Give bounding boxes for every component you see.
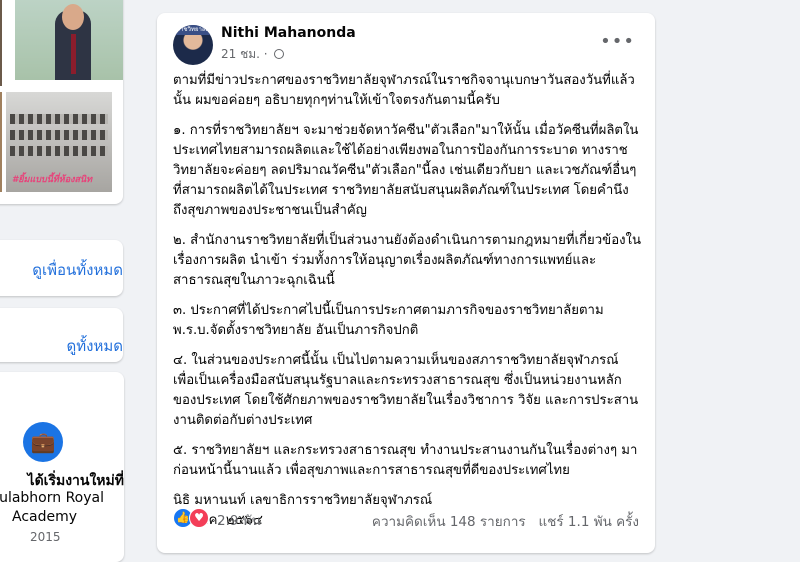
post-stats: ความคิดเห็น 148 รายการ แชร์ 1.1 พัน ครั้… <box>372 510 639 532</box>
photo-thumbnail[interactable] <box>0 0 2 86</box>
shares-count-link[interactable]: แชร์ 1.1 พัน ครั้ง <box>539 514 639 530</box>
post-paragraph: ตามที่มีข่าวประกาศของราชวิทยาลัยจุฬาภรณ์… <box>173 73 635 108</box>
globe-icon <box>274 49 285 59</box>
pages-card: ดูทั้งหมด <box>0 308 123 362</box>
photo-thumbnail-group[interactable]: #ยิ้มแบบนี้ที่ห้องสนิท <box>6 92 112 192</box>
see-all-friends-link[interactable]: ดูเพื่อนทั้งหมด <box>32 258 123 282</box>
friends-card: ดูเพื่อนทั้งหมด <box>0 240 123 296</box>
post-paragraph: ๕. ราชวิทยาลัยฯ และกระทรวงสาธารณสุข ทำงา… <box>173 443 638 478</box>
job-org-line2: Academy <box>12 509 78 525</box>
job-org-line1: ulabhorn Royal <box>0 490 104 506</box>
avatar-banner: ราชวิทยาลัย <box>173 25 213 35</box>
post-paragraph: ๑. การที่ราชวิทยาลัยฯ จะมาช่วยจัดหาวัคซี… <box>173 123 639 218</box>
more-options-button[interactable]: ••• <box>600 31 635 52</box>
post-card: ราชวิทยาลัย Nithi Mahanonda 21 ชม. · •••… <box>157 13 655 553</box>
comments-count-link[interactable]: ความคิดเห็น 148 รายการ <box>372 514 526 530</box>
briefcase-icon: 💼 <box>23 422 63 462</box>
post-meta: 21 ชม. · <box>221 45 285 64</box>
photo-thumbnail[interactable] <box>0 92 2 192</box>
love-reaction-icon: ♥ <box>189 508 209 528</box>
photos-card: #ยิ้มแบบนี้ที่ห้องสนิท <box>0 0 123 204</box>
reaction-count: 2.9 พัน <box>217 513 261 529</box>
post-time[interactable]: 21 ชม. <box>221 47 260 61</box>
post-paragraph: ๔. ในส่วนของประกาศนี้นั้น เป็นไปตามความเ… <box>173 353 639 428</box>
avatar[interactable]: ราชวิทยาลัย <box>173 25 213 65</box>
see-all-link[interactable]: ดูทั้งหมด <box>67 334 123 358</box>
photo-caption: #ยิ้มแบบนี้ที่ห้องสนิท <box>12 175 93 185</box>
post-author[interactable]: Nithi Mahanonda <box>221 25 356 41</box>
post-signature: นิธิ มหานนท์ เลขาธิการราชวิทยาลัยจุฬาภรณ… <box>173 493 433 508</box>
post-paragraph: ๒. สำนักงานราชวิทยาลัยที่เป็นส่วนงานยังต… <box>173 233 642 288</box>
life-event-card[interactable]: 💼 ได้เริ่มงานใหม่ที่ ulabhorn Royal Acad… <box>0 372 124 562</box>
post-body: ตามที่มีข่าวประกาศของราชวิทยาลัยจุฬาภรณ์… <box>173 71 643 531</box>
post-paragraph: ๓. ประกาศที่ได้ประกาศไปนี้เป็นการประกาศต… <box>173 303 604 338</box>
job-title: ได้เริ่มงานใหม่ที่ <box>27 473 124 489</box>
photo-thumbnail-portrait[interactable] <box>15 0 123 80</box>
job-year: 2015 <box>30 530 61 544</box>
